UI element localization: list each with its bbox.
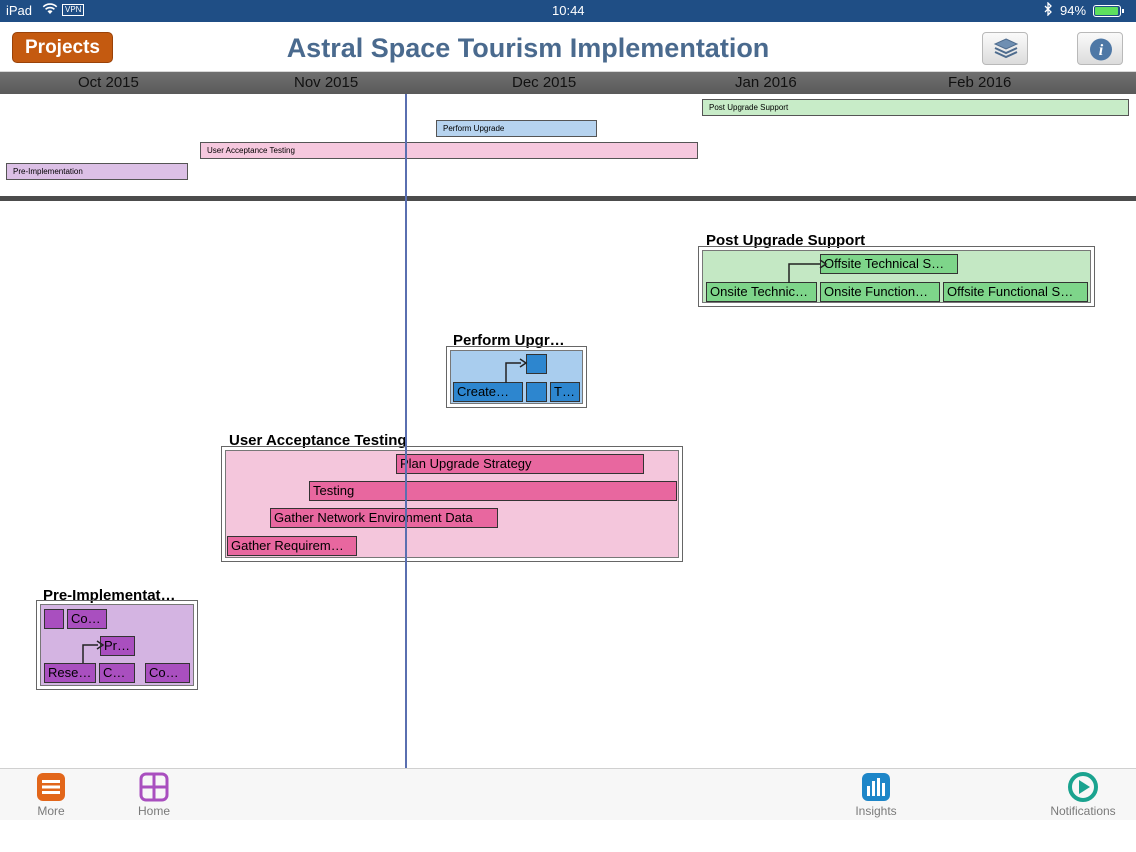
tab-label: Notifications (1050, 804, 1116, 818)
play-circle-icon (1068, 772, 1098, 802)
task-upgrade-step[interactable] (526, 354, 547, 374)
grid-icon (139, 772, 169, 802)
gantt-bar-post-upgrade[interactable]: Post Upgrade Support (702, 99, 1129, 116)
month-label: Oct 2015 (78, 74, 139, 91)
clock: 10:44 (552, 3, 585, 18)
dependency-arrow (788, 259, 828, 283)
month-label: Dec 2015 (512, 74, 577, 91)
page-title: Astral Space Tourism Implementation (286, 33, 770, 63)
bluetooth-icon (1043, 1, 1053, 19)
task-research[interactable]: Rese… (44, 663, 96, 683)
info-button[interactable]: i (1077, 32, 1123, 65)
task-offsite-functional[interactable]: Offsite Functional S… (943, 282, 1088, 302)
pane-divider[interactable] (0, 196, 1136, 201)
task-testing[interactable]: Testing (309, 481, 677, 501)
tab-notifications[interactable]: Notifications (1043, 772, 1123, 818)
menu-icon (36, 772, 66, 802)
task-t[interactable]: T… (550, 382, 580, 402)
vpn-badge: VPN (62, 4, 85, 16)
month-label: Feb 2016 (948, 74, 1012, 91)
status-bar: iPad VPN 10:44 94% (0, 0, 1136, 22)
task-pre-step[interactable] (44, 609, 64, 629)
bar-chart-icon (861, 772, 891, 802)
tab-label: More (37, 804, 65, 818)
dependency-arrow (505, 358, 528, 383)
layers-icon (993, 38, 1019, 59)
gantt-bar-perform-upgrade[interactable]: Perform Upgrade (436, 120, 597, 137)
gantt-bar-uat[interactable]: User Acceptance Testing (200, 142, 698, 159)
tab-label: Home (137, 804, 170, 818)
month-label: Nov 2015 (294, 74, 359, 91)
battery-percent: 94% (1060, 3, 1087, 18)
tab-home[interactable]: Home (114, 772, 194, 818)
task-upgrade-step[interactable] (526, 382, 547, 402)
dependency-arrow (82, 640, 105, 663)
task-gather-requirements[interactable]: Gather Requirem… (227, 536, 357, 556)
wifi-icon (42, 2, 58, 19)
tab-label: Insights (855, 804, 897, 818)
battery-level (1095, 7, 1118, 15)
gantt-bar-pre-implementation[interactable]: Pre-Implementation (6, 163, 188, 180)
month-label: Jan 2016 (735, 74, 797, 91)
svg-text:i: i (1099, 42, 1104, 59)
layers-button[interactable] (982, 32, 1028, 65)
task-c[interactable]: C… (99, 663, 135, 683)
screen-bottom (0, 820, 1136, 852)
task-co-2[interactable]: Co… (145, 663, 190, 683)
task-plan-upgrade-strategy[interactable]: Plan Upgrade Strategy (396, 454, 644, 474)
projects-button[interactable]: Projects (12, 32, 113, 63)
task-gather-network-data[interactable]: Gather Network Environment Data (270, 508, 498, 528)
tab-more[interactable]: More (11, 772, 91, 818)
task-co[interactable]: Co… (67, 609, 107, 629)
device-name: iPad (6, 3, 33, 18)
tab-insights[interactable]: Insights (836, 772, 916, 818)
today-marker (405, 94, 407, 768)
info-icon: i (1090, 38, 1112, 61)
task-offsite-technical[interactable]: Offsite Technical S… (820, 254, 958, 274)
task-onsite-technical[interactable]: Onsite Technic… (706, 282, 817, 302)
task-onsite-functional[interactable]: Onsite Function… (820, 282, 940, 302)
task-create[interactable]: Create… (453, 382, 523, 402)
battery-icon (1093, 5, 1124, 17)
